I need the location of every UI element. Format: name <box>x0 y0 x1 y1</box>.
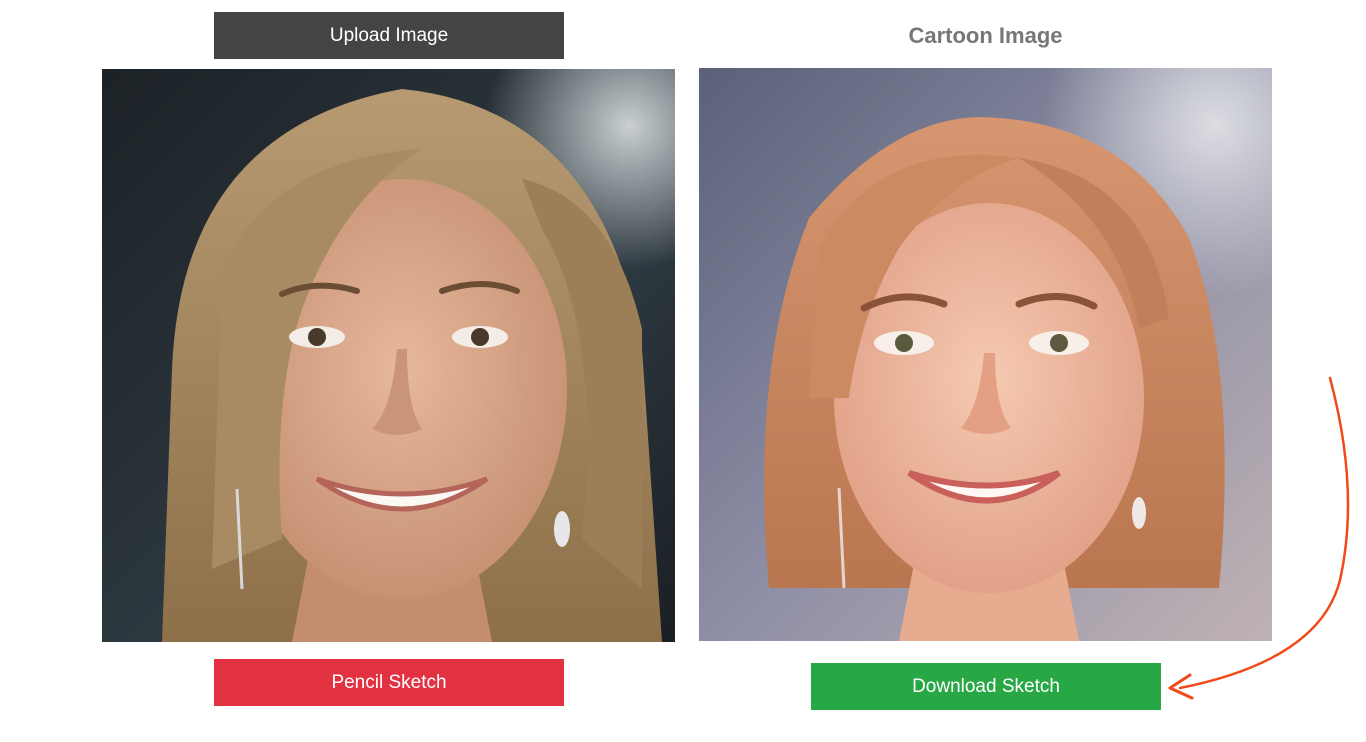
download-sketch-label: Download Sketch <box>912 675 1060 697</box>
pencil-sketch-button[interactable]: Pencil Sketch <box>214 659 564 706</box>
original-image <box>102 69 675 642</box>
pointer-arrow-icon <box>1168 376 1350 700</box>
pencil-sketch-label: Pencil Sketch <box>331 671 447 693</box>
upload-image-button[interactable]: Upload Image <box>214 12 564 59</box>
cartoon-image-title: Cartoon Image <box>908 22 1063 48</box>
download-sketch-button[interactable]: Download Sketch <box>811 663 1161 710</box>
upload-image-label: Upload Image <box>329 24 449 46</box>
original-portrait-graphic <box>102 69 675 642</box>
page: Upload Image Pencil Sketch Cartoon Image… <box>0 0 1366 742</box>
